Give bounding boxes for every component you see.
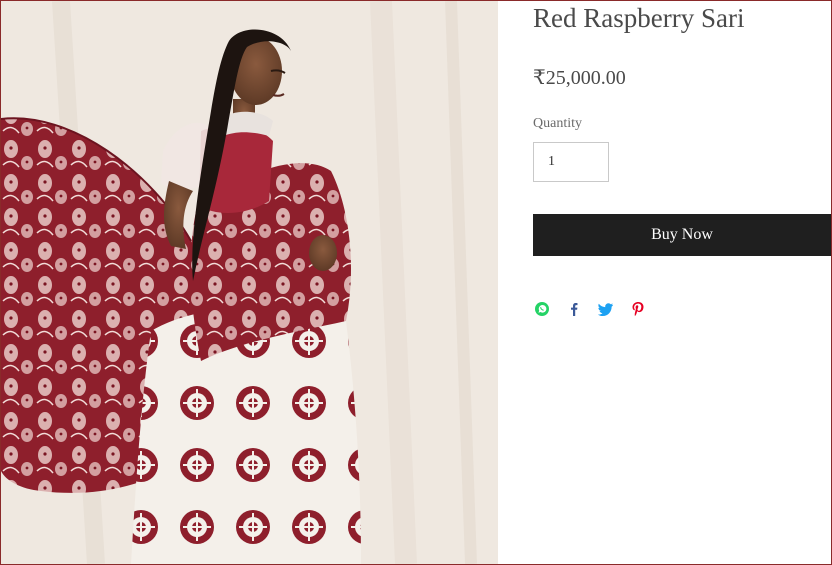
whatsapp-icon[interactable]: [533, 300, 551, 318]
share-bar: [533, 298, 661, 320]
facebook-icon[interactable]: [565, 300, 583, 318]
product-price: ₹25,000.00: [533, 67, 626, 89]
quantity-input[interactable]: [533, 142, 609, 182]
pinterest-icon[interactable]: [629, 300, 647, 318]
twitter-icon[interactable]: [597, 300, 615, 318]
product-photo: [1, 1, 498, 564]
product-details: Red Raspberry Sari ₹25,000.00 Quantity B…: [533, 1, 831, 564]
page-frame: Red Raspberry Sari ₹25,000.00 Quantity B…: [0, 0, 832, 565]
product-image[interactable]: [1, 1, 498, 564]
product-title: Red Raspberry Sari: [533, 3, 745, 33]
buy-now-button[interactable]: Buy Now: [533, 214, 831, 256]
quantity-label: Quantity: [533, 116, 582, 131]
